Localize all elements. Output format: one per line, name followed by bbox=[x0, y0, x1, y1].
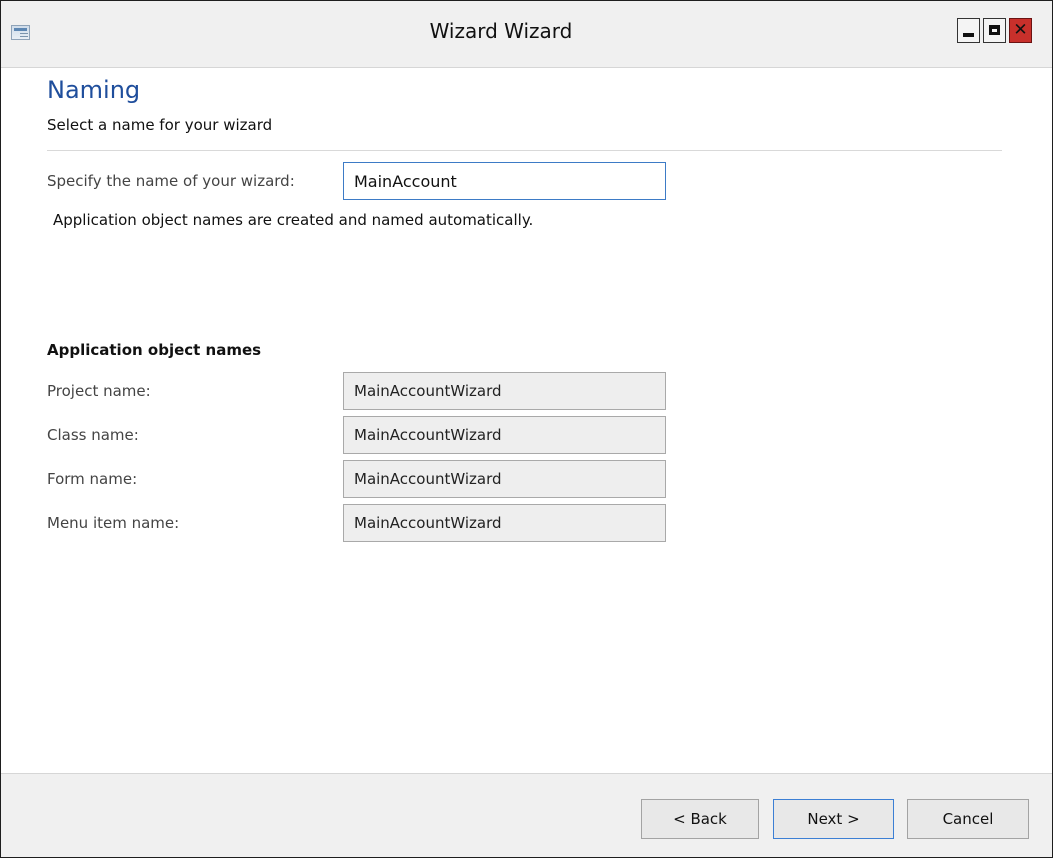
header-divider bbox=[47, 150, 1002, 151]
form-name-field: MainAccountWizard bbox=[343, 460, 666, 498]
project-name-field: MainAccountWizard bbox=[343, 372, 666, 410]
object-names-heading: Application object names bbox=[47, 341, 262, 359]
info-text: Application object names are created and… bbox=[53, 211, 534, 229]
menu-item-name-label: Menu item name: bbox=[47, 514, 180, 532]
window-title: Wizard Wizard bbox=[429, 19, 573, 43]
close-icon: ✕ bbox=[1013, 20, 1028, 40]
class-name-label: Class name: bbox=[47, 426, 139, 444]
class-name-field: MainAccountWizard bbox=[343, 416, 666, 454]
minimize-icon bbox=[963, 33, 974, 37]
wizard-name-label: Specify the name of your wizard: bbox=[47, 172, 295, 190]
project-name-label: Project name: bbox=[47, 382, 151, 400]
wizard-name-input[interactable] bbox=[343, 162, 666, 200]
minimize-button[interactable] bbox=[957, 18, 980, 43]
wizard-content: Naming Select a name for your wizard Spe… bbox=[1, 68, 1052, 773]
next-button[interactable]: Next > bbox=[773, 799, 894, 839]
back-button[interactable]: < Back bbox=[641, 799, 759, 839]
maximize-icon bbox=[989, 25, 1000, 35]
wizard-window: Wizard Wizard ✕ Naming Select a name for… bbox=[0, 0, 1053, 858]
form-name-label: Form name: bbox=[47, 470, 138, 488]
cancel-button[interactable]: Cancel bbox=[907, 799, 1029, 839]
page-subheading: Select a name for your wizard bbox=[47, 116, 273, 134]
wizard-footer: < Back Next > Cancel bbox=[1, 773, 1052, 857]
maximize-button[interactable] bbox=[983, 18, 1006, 43]
page-heading: Naming bbox=[47, 76, 141, 104]
title-bar[interactable]: Wizard Wizard ✕ bbox=[1, 1, 1052, 68]
close-button[interactable]: ✕ bbox=[1009, 18, 1032, 43]
menu-item-name-field: MainAccountWizard bbox=[343, 504, 666, 542]
